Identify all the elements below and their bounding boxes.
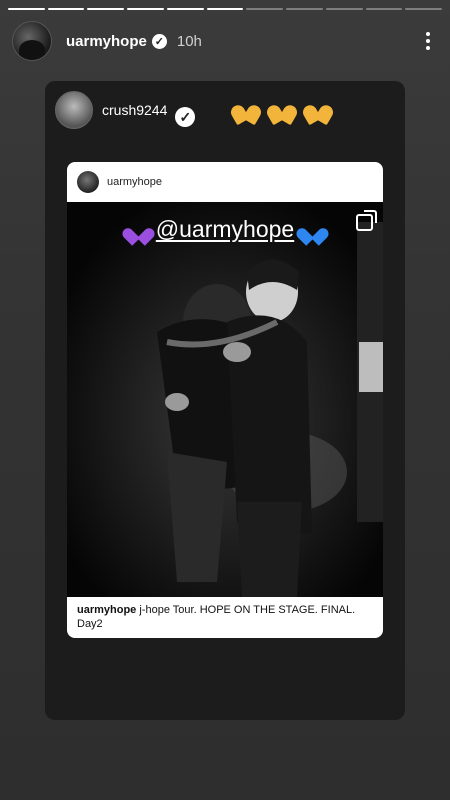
heart-hands-icon bbox=[231, 103, 261, 125]
story-username[interactable]: uarmyhope bbox=[66, 33, 147, 50]
caption-username: uarmyhope bbox=[77, 604, 137, 616]
purple-heart-icon bbox=[128, 221, 148, 239]
post-photo: @uarmyhope bbox=[67, 202, 383, 597]
story-segment bbox=[47, 8, 85, 10]
story-segment bbox=[206, 8, 244, 10]
story-segment bbox=[405, 8, 443, 10]
shared-avatar[interactable] bbox=[55, 91, 93, 129]
story-time: 10h bbox=[176, 32, 202, 50]
carousel-icon bbox=[356, 210, 377, 231]
story-segment bbox=[246, 8, 284, 10]
heart-hands-icon bbox=[267, 103, 297, 125]
verified-icon: ✓ bbox=[175, 107, 196, 127]
story-segment bbox=[166, 8, 204, 10]
mention-link[interactable]: @uarmyhope bbox=[156, 216, 294, 243]
story-avatar[interactable] bbox=[12, 21, 52, 61]
photo-image bbox=[67, 202, 383, 597]
post-header: uarmyhope bbox=[67, 162, 383, 202]
post-caption: uarmyhope j-hope Tour. HOPE ON THE STAGE… bbox=[77, 603, 373, 631]
shared-story-card: crush9244 ✓ uarmyhope @uarmyhope uarmyho… bbox=[45, 81, 405, 720]
verified-icon: ✓ bbox=[151, 33, 167, 49]
shared-header: crush9244 ✓ bbox=[55, 91, 196, 129]
story-segment bbox=[286, 8, 323, 10]
story-segment bbox=[325, 8, 363, 10]
shared-username[interactable]: crush9244 bbox=[102, 102, 167, 118]
blue-heart-icon bbox=[302, 221, 322, 239]
embedded-post[interactable]: uarmyhope @uarmyhope uarmyhope j-hope To… bbox=[67, 162, 383, 638]
more-vertical-icon[interactable] bbox=[418, 32, 438, 50]
story-header: uarmyhope ✓ 10h bbox=[12, 20, 438, 62]
heart-hands-sticker bbox=[231, 103, 333, 125]
heart-hands-icon bbox=[303, 103, 333, 125]
story-segment bbox=[127, 8, 164, 10]
story-segment bbox=[87, 8, 125, 10]
story-segment bbox=[8, 8, 45, 10]
photo-caption: @uarmyhope bbox=[67, 216, 383, 243]
story-segment bbox=[365, 8, 403, 10]
post-username: uarmyhope bbox=[107, 176, 163, 188]
post-avatar bbox=[77, 171, 99, 193]
story-progress-bar bbox=[8, 8, 443, 11]
